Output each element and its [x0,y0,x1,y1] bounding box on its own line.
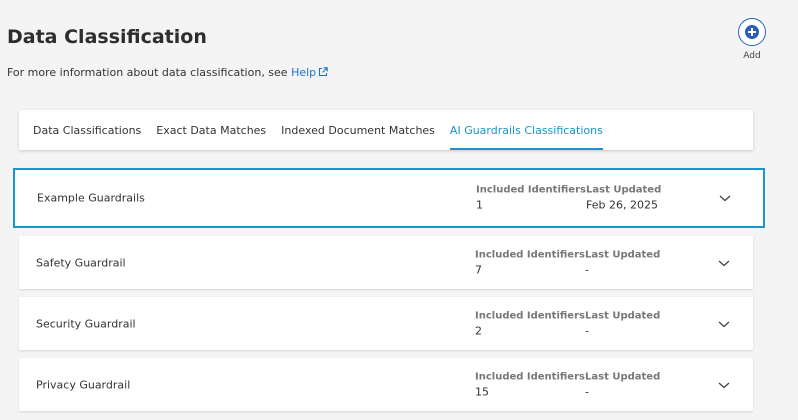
included-identifiers-value: 2 [475,324,482,337]
last-updated-column: Last Updated - [585,371,660,398]
row-name: Example Guardrails [37,191,145,205]
included-identifiers-label: Included Identifiers [475,371,585,382]
page-title: Data Classification [7,26,207,48]
plus-circle-icon [745,25,759,39]
last-updated-column: Last Updated - [585,310,660,337]
external-link-icon [319,67,328,77]
guardrail-row-example[interactable]: Example Guardrails Included Identifiers … [13,168,765,228]
chevron-down-icon[interactable] [718,193,732,203]
tab-data-classifications[interactable]: Data Classifications [33,110,141,150]
last-updated-label: Last Updated [585,249,661,260]
included-identifiers-column: Included Identifiers 15 [475,371,585,398]
add-button[interactable] [738,18,766,46]
add-label: Add [743,51,761,61]
last-updated-label: Last Updated [585,310,661,321]
row-name: Safety Guardrail [36,256,126,269]
included-identifiers-column: Included Identifiers 2 [475,310,585,337]
included-identifiers-value: 15 [475,385,489,398]
last-updated-column: Last Updated Feb 26, 2025 [586,185,661,212]
chevron-down-icon[interactable] [717,258,731,268]
included-identifiers-label: Included Identifiers [476,184,586,196]
last-updated-column: Last Updated - [585,249,660,276]
included-identifiers-value: 1 [476,198,483,212]
last-updated-label: Last Updated [585,371,661,382]
last-updated-label: Last Updated [586,184,662,196]
last-updated-value: - [585,263,589,276]
guardrail-row-security[interactable]: Security Guardrail Included Identifiers … [19,297,753,350]
last-updated-value: - [585,385,589,398]
help-link[interactable]: Help [291,66,328,79]
help-text: For more information about data classifi… [7,66,328,79]
last-updated-value: - [585,324,589,337]
chevron-down-icon[interactable] [717,319,731,329]
included-identifiers-value: 7 [475,263,482,276]
tab-bar: Data Classifications Exact Data Matches … [19,110,753,150]
guardrail-row-safety[interactable]: Safety Guardrail Included Identifiers 7 … [19,236,753,289]
row-name: Privacy Guardrail [36,378,131,391]
last-updated-value: Feb 26, 2025 [586,198,658,212]
tab-exact-data-matches[interactable]: Exact Data Matches [156,110,266,150]
tab-ai-guardrails-classifications[interactable]: AI Guardrails Classifications [449,110,603,150]
tab-indexed-document-matches[interactable]: Indexed Document Matches [281,110,435,150]
guardrail-row-privacy[interactable]: Privacy Guardrail Included Identifiers 1… [19,358,753,411]
help-text-prefix: For more information about data classifi… [7,66,292,79]
row-name: Security Guardrail [36,317,136,330]
chevron-down-icon[interactable] [717,380,731,390]
help-link-label: Help [291,66,317,79]
included-identifiers-column: Included Identifiers 1 [476,185,586,212]
included-identifiers-column: Included Identifiers 7 [475,249,585,276]
included-identifiers-label: Included Identifiers [475,249,585,260]
add-control: Add [738,18,766,61]
included-identifiers-label: Included Identifiers [475,310,585,321]
